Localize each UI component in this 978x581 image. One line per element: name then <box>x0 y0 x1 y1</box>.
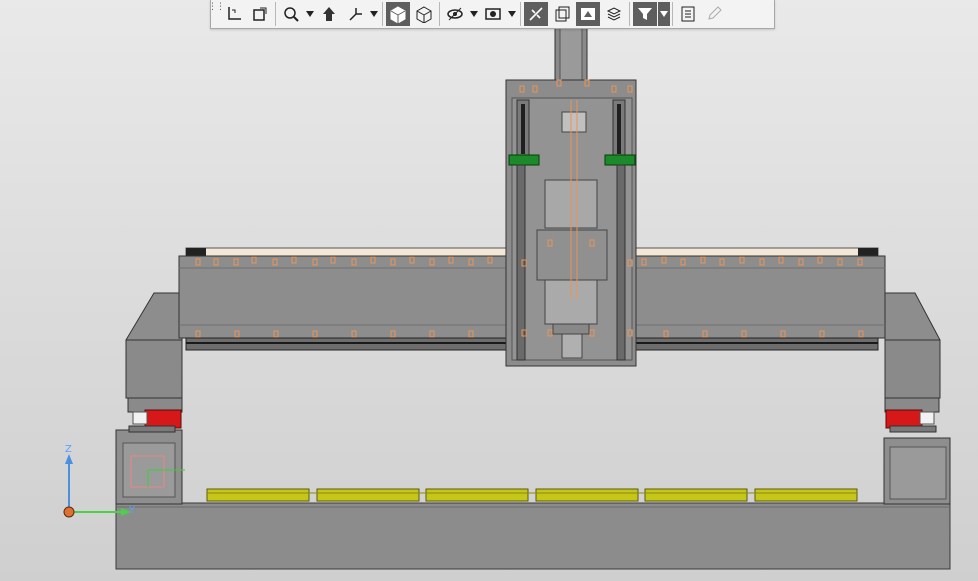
zoom-dropdown-arrow[interactable] <box>304 2 316 26</box>
table-slats <box>206 488 858 502</box>
machine-bed <box>115 502 951 570</box>
toolbar-separator <box>439 2 440 26</box>
toolbar-separator <box>275 2 276 26</box>
perspective-dropdown-arrow[interactable] <box>506 2 518 26</box>
view-toolbar: ⋮⋮ <box>208 0 775 29</box>
toolbar-separator <box>382 2 383 26</box>
zoom-icon[interactable] <box>279 2 303 26</box>
filter-icon[interactable] <box>633 2 657 26</box>
3d-viewport[interactable]: Z Y ⋮⋮ <box>0 0 978 581</box>
y-axis-label: Y <box>129 505 136 516</box>
layers-icon[interactable] <box>550 2 574 26</box>
toolbar-separator <box>672 2 673 26</box>
coordinate-triad: Z Y <box>55 440 155 530</box>
hide-show-icon[interactable] <box>443 2 467 26</box>
z-axis-label: Z <box>65 444 72 455</box>
properties-icon[interactable] <box>676 2 700 26</box>
section-view-icon[interactable] <box>248 2 272 26</box>
coordinate-axes-icon[interactable] <box>343 2 367 26</box>
perspective-icon[interactable] <box>481 2 505 26</box>
stack-icon[interactable] <box>602 2 626 26</box>
sketch-plane-icon[interactable] <box>222 2 246 26</box>
constraint-icon[interactable] <box>524 2 548 26</box>
pencil-icon <box>702 2 726 26</box>
orient-dropdown-arrow[interactable] <box>368 2 380 26</box>
toolbar-separator <box>629 2 630 26</box>
appearance-icon[interactable] <box>576 2 600 26</box>
hide-dropdown-arrow[interactable] <box>468 2 480 26</box>
z-carriage <box>505 27 637 367</box>
orient-view-icon[interactable] <box>317 2 341 26</box>
toolbar-separator <box>520 2 521 26</box>
shaded-display-icon[interactable] <box>386 2 410 26</box>
filter-dropdown-arrow[interactable] <box>658 2 670 26</box>
toolbar-grip[interactable]: ⋮⋮ <box>208 1 225 27</box>
wireframe-display-icon[interactable] <box>412 2 436 26</box>
right-leg <box>883 292 951 505</box>
